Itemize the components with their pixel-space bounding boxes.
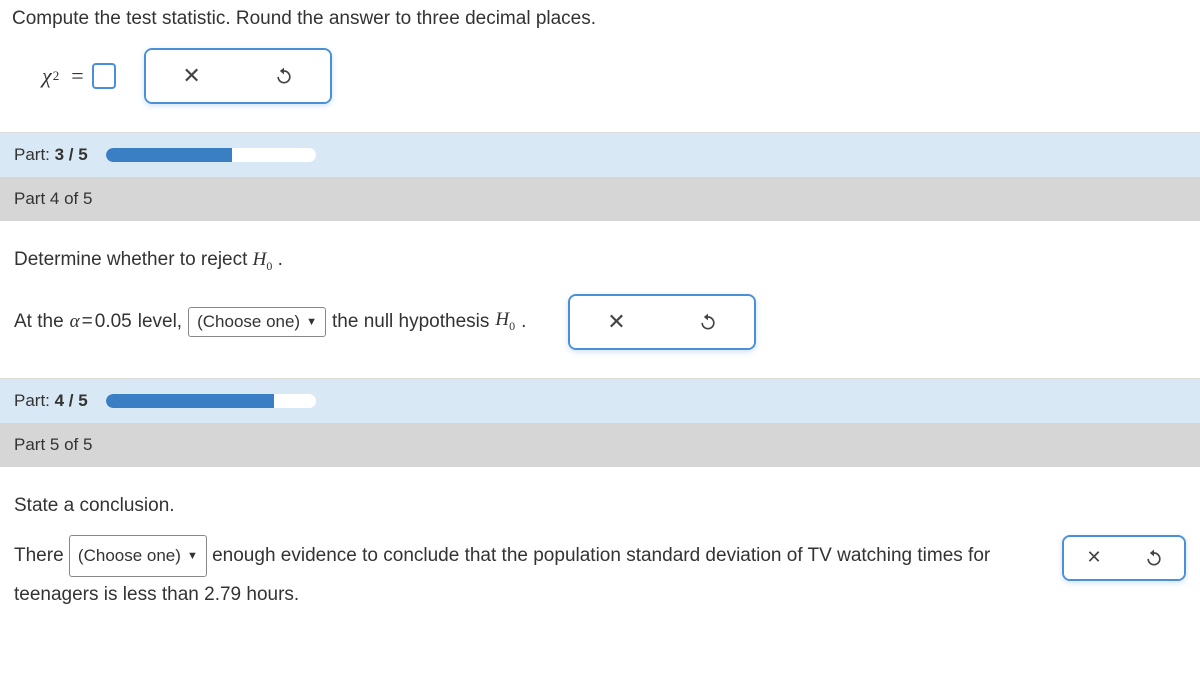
period-2: . <box>521 311 526 333</box>
part5-sentence: There (Choose one) ▼ enough evidence to … <box>14 535 1024 613</box>
conclusion-text-2a: teenagers is less than <box>14 584 204 605</box>
part-label-value: 3 / 5 <box>55 145 88 164</box>
reject-dropdown[interactable]: (Choose one) ▼ <box>188 307 326 337</box>
h0-symbol-2: H0 <box>495 309 515 334</box>
part5-prompt: State a conclusion. <box>14 495 1186 517</box>
answer-tools-part4: ✕ <box>568 294 756 350</box>
conclusion-value: 2.79 <box>204 584 241 605</box>
alpha-expression: α=0.05 <box>70 311 132 333</box>
undo-icon <box>1144 548 1164 568</box>
part4-header: Part 4 of 5 <box>0 177 1200 221</box>
progress-track <box>106 148 316 162</box>
compute-prompt: Compute the test statistic. Round the an… <box>0 0 1200 36</box>
progress-bar-3: Part: 3 / 5 <box>0 133 1200 177</box>
prompt-prefix-text: Determine whether to reject <box>14 249 253 270</box>
answer-tools-part5: ✕ <box>1062 535 1186 581</box>
answer-tools: ✕ <box>144 48 332 104</box>
chevron-down-icon: ▼ <box>187 546 198 567</box>
there-text: There <box>14 545 69 566</box>
part-label-value-4: 4 / 5 <box>55 391 88 410</box>
clear-button-4[interactable]: ✕ <box>570 296 662 348</box>
close-icon: ✕ <box>1086 547 1101 568</box>
chi-square-expression: χ2= <box>42 63 116 89</box>
at-the-text: At the <box>14 311 64 333</box>
conclusion-text-1: enough evidence to conclude that the pop… <box>207 545 990 566</box>
part4-answer-line: At the α=0.05 level, (Choose one) ▼ the … <box>14 294 1186 350</box>
undo-icon <box>698 312 718 332</box>
chi-square-input[interactable] <box>92 63 116 89</box>
close-icon: ✕ <box>182 63 200 89</box>
undo-icon <box>274 66 294 86</box>
progress-track-4 <box>106 394 316 408</box>
undo-button-5[interactable] <box>1124 537 1184 579</box>
progress-fill-3 <box>106 148 232 162</box>
part-label-prefix: Part: <box>14 145 55 164</box>
alpha-value: 0.05 <box>95 311 132 332</box>
dropdown-label: (Choose one) <box>197 312 300 332</box>
part5-header: Part 5 of 5 <box>0 423 1200 467</box>
clear-button[interactable]: ✕ <box>146 50 238 102</box>
progress-fill-4 <box>106 394 274 408</box>
conclusion-text-2b: hours. <box>241 584 299 605</box>
h0-symbol: H0 <box>253 249 273 270</box>
close-icon: ✕ <box>607 309 625 335</box>
clear-button-5[interactable]: ✕ <box>1064 537 1124 579</box>
dropdown-label-5: (Choose one) <box>78 540 181 572</box>
chevron-down-icon: ▼ <box>306 316 317 328</box>
progress-bar-4: Part: 4 / 5 <box>0 379 1200 423</box>
part4-prompt: Determine whether to reject H0 . <box>14 249 1186 274</box>
part-label-prefix-4: Part: <box>14 391 55 410</box>
undo-button[interactable] <box>238 50 330 102</box>
undo-button-4[interactable] <box>662 296 754 348</box>
null-hypothesis-text: the null hypothesis <box>332 311 489 333</box>
period: . <box>272 249 283 270</box>
level-text: level, <box>138 311 182 333</box>
conclusion-dropdown[interactable]: (Choose one) ▼ <box>69 535 207 577</box>
